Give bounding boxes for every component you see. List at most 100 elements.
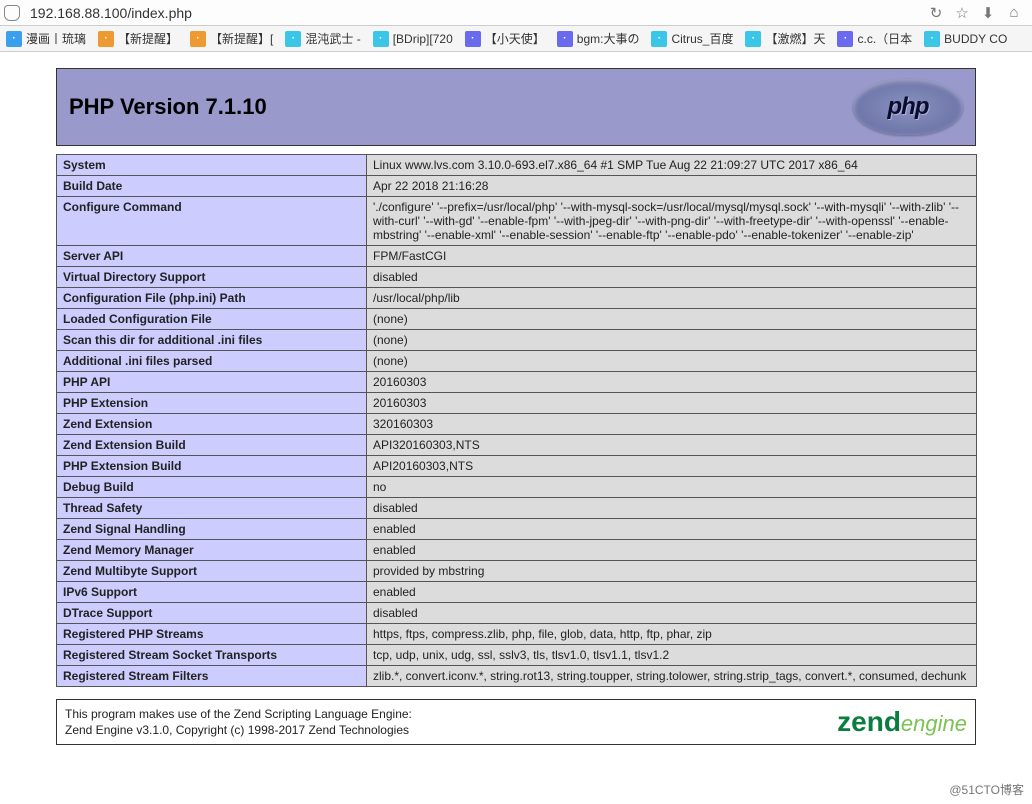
- info-key: Debug Build: [57, 477, 367, 498]
- table-row: Scan this dir for additional .ini files(…: [57, 330, 977, 351]
- zend-logo-word: zend: [837, 706, 901, 737]
- bookmark-item[interactable]: ·bgm:大事の: [551, 30, 646, 47]
- bookmark-label: bgm:大事の: [577, 30, 640, 47]
- bookmark-favicon: ·: [190, 31, 206, 47]
- info-key: Zend Signal Handling: [57, 519, 367, 540]
- bookmark-label: 混沌武士 -: [305, 30, 360, 47]
- bookmark-star-icon[interactable]: ☆: [954, 5, 970, 21]
- bookmark-item[interactable]: ·【小天使】: [459, 30, 551, 47]
- table-row: Thread Safetydisabled: [57, 498, 977, 519]
- info-key: Scan this dir for additional .ini files: [57, 330, 367, 351]
- info-key: Virtual Directory Support: [57, 267, 367, 288]
- bookmark-label: 【新提醒】[: [210, 30, 273, 47]
- info-key: Registered Stream Socket Transports: [57, 645, 367, 666]
- info-key: Zend Extension Build: [57, 435, 367, 456]
- bookmark-item[interactable]: ·【激燃】天: [739, 30, 831, 47]
- info-key: Configure Command: [57, 197, 367, 246]
- bookmark-item[interactable]: ·混沌武士 -: [279, 30, 366, 47]
- bookmark-item[interactable]: ·漫画丨琉璃: [0, 30, 92, 47]
- bookmark-item[interactable]: ·【新提醒】: [92, 30, 184, 47]
- php-logo: php: [853, 79, 963, 135]
- zend-box: This program makes use of the Zend Scrip…: [56, 699, 976, 745]
- bookmark-favicon: ·: [6, 31, 22, 47]
- zend-engine-word: engine: [901, 711, 967, 736]
- table-row: Zend Extension BuildAPI320160303,NTS: [57, 435, 977, 456]
- info-value: 20160303: [367, 372, 977, 393]
- download-icon[interactable]: ⬇: [980, 5, 996, 21]
- zend-logo: zendengine: [837, 706, 967, 738]
- info-key: Zend Multibyte Support: [57, 561, 367, 582]
- bookmark-favicon: ·: [373, 31, 389, 47]
- table-row: Configuration File (php.ini) Path/usr/lo…: [57, 288, 977, 309]
- info-value: API20160303,NTS: [367, 456, 977, 477]
- zend-line1: This program makes use of the Zend Scrip…: [65, 706, 412, 722]
- info-key: Thread Safety: [57, 498, 367, 519]
- info-value: enabled: [367, 519, 977, 540]
- reload-icon[interactable]: ↻: [928, 5, 944, 21]
- table-row: Registered Stream Filterszlib.*, convert…: [57, 666, 977, 687]
- table-row: Registered PHP Streamshttps, ftps, compr…: [57, 624, 977, 645]
- zend-text: This program makes use of the Zend Scrip…: [65, 706, 412, 738]
- table-row: Zend Signal Handlingenabled: [57, 519, 977, 540]
- info-value: API320160303,NTS: [367, 435, 977, 456]
- bookmark-favicon: ·: [745, 31, 761, 47]
- info-value: https, ftps, compress.zlib, php, file, g…: [367, 624, 977, 645]
- info-key: Registered Stream Filters: [57, 666, 367, 687]
- info-key: Server API: [57, 246, 367, 267]
- info-key: Additional .ini files parsed: [57, 351, 367, 372]
- info-value: disabled: [367, 498, 977, 519]
- watermark: @51CTO博客: [949, 781, 1024, 798]
- info-key: System: [57, 155, 367, 176]
- info-key: IPv6 Support: [57, 582, 367, 603]
- bookmarks-bar: ·漫画丨琉璃·【新提醒】·【新提醒】[·混沌武士 -·[BDrip][720·【…: [0, 26, 1032, 52]
- php-logo-text: php: [888, 93, 929, 121]
- bookmark-label: BUDDY CO: [944, 32, 1007, 46]
- info-value: enabled: [367, 540, 977, 561]
- info-key: DTrace Support: [57, 603, 367, 624]
- info-value: (none): [367, 309, 977, 330]
- table-row: Virtual Directory Supportdisabled: [57, 267, 977, 288]
- address-bar-actions: ↻ ☆ ⬇ ⌂: [922, 5, 1028, 21]
- info-value: (none): [367, 330, 977, 351]
- bookmark-label: 【新提醒】: [118, 30, 178, 47]
- address-bar: 192.168.88.100/index.php ↻ ☆ ⬇ ⌂: [0, 0, 1032, 26]
- info-value: enabled: [367, 582, 977, 603]
- phpinfo-container: PHP Version 7.1.10 php SystemLinux www.l…: [56, 68, 976, 745]
- info-value: provided by mbstring: [367, 561, 977, 582]
- bookmark-item[interactable]: ·BUDDY CO: [918, 31, 1013, 47]
- info-key: PHP Extension Build: [57, 456, 367, 477]
- table-row: SystemLinux www.lvs.com 3.10.0-693.el7.x…: [57, 155, 977, 176]
- bookmark-item[interactable]: · [BDrip][720: [367, 31, 459, 47]
- table-row: Server APIFPM/FastCGI: [57, 246, 977, 267]
- bookmark-label: 【小天使】: [485, 30, 545, 47]
- bookmark-favicon: ·: [285, 31, 301, 47]
- info-value: Apr 22 2018 21:16:28: [367, 176, 977, 197]
- bookmark-favicon: ·: [651, 31, 667, 47]
- info-value: /usr/local/php/lib: [367, 288, 977, 309]
- info-value: Linux www.lvs.com 3.10.0-693.el7.x86_64 …: [367, 155, 977, 176]
- table-row: Configure Command'./configure' '--prefix…: [57, 197, 977, 246]
- bookmark-item[interactable]: ·c.c.（日本: [831, 30, 918, 47]
- table-row: Additional .ini files parsed(none): [57, 351, 977, 372]
- info-value: FPM/FastCGI: [367, 246, 977, 267]
- shield-icon[interactable]: [4, 5, 20, 21]
- table-row: Zend Memory Managerenabled: [57, 540, 977, 561]
- home-icon[interactable]: ⌂: [1006, 5, 1022, 21]
- bookmark-favicon: ·: [465, 31, 481, 47]
- bookmark-label: 漫画丨琉璃: [26, 30, 86, 47]
- info-key: Zend Extension: [57, 414, 367, 435]
- info-key: Configuration File (php.ini) Path: [57, 288, 367, 309]
- info-key: Build Date: [57, 176, 367, 197]
- table-row: PHP Extension BuildAPI20160303,NTS: [57, 456, 977, 477]
- table-row: Loaded Configuration File(none): [57, 309, 977, 330]
- bookmark-favicon: ·: [557, 31, 573, 47]
- info-value: zlib.*, convert.iconv.*, string.rot13, s…: [367, 666, 977, 687]
- bookmark-item[interactable]: ·【新提醒】[: [184, 30, 279, 47]
- info-key: Registered PHP Streams: [57, 624, 367, 645]
- url-field[interactable]: 192.168.88.100/index.php: [26, 3, 922, 23]
- bookmark-item[interactable]: ·Citrus_百度: [645, 30, 739, 47]
- bookmark-label: [BDrip][720: [393, 32, 453, 46]
- table-row: IPv6 Supportenabled: [57, 582, 977, 603]
- table-row: DTrace Supportdisabled: [57, 603, 977, 624]
- table-row: Debug Buildno: [57, 477, 977, 498]
